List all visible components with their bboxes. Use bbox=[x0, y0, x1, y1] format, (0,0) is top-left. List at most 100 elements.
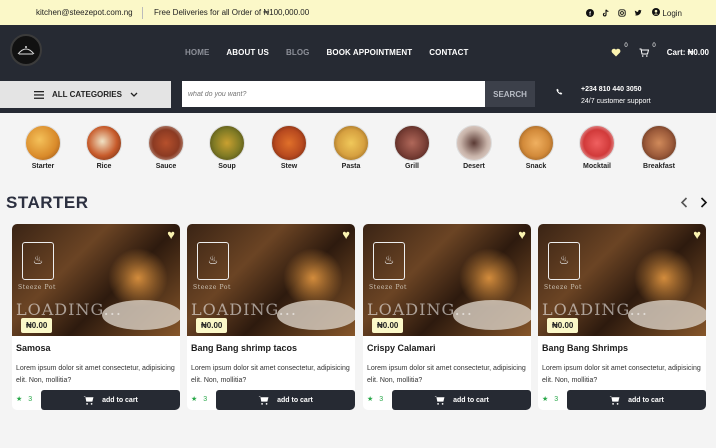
social-links: f Login bbox=[586, 7, 716, 18]
login-link[interactable]: Login bbox=[652, 7, 682, 18]
instagram-icon[interactable] bbox=[618, 8, 626, 17]
nav-item-contact[interactable]: CONTACT bbox=[429, 48, 468, 57]
rating-value: 3 bbox=[203, 395, 208, 403]
product-name[interactable]: Bang Bang shrimp tacos bbox=[191, 343, 297, 353]
category-stew[interactable]: Stew bbox=[269, 125, 309, 170]
category-label: Desert bbox=[463, 163, 485, 170]
chevron-right-icon[interactable] bbox=[700, 195, 708, 211]
product-image[interactable]: ♨ Steeze Pot LOADING... ♥ ₦0.00 bbox=[363, 224, 531, 336]
product-image[interactable]: ♨ Steeze Pot LOADING... ♥ ₦0.00 bbox=[187, 224, 355, 336]
category-label: Stew bbox=[280, 163, 298, 170]
chef-icon: ♨ bbox=[548, 242, 580, 280]
promo-text: Free Deliveries for all Order of ₦100,00… bbox=[154, 8, 310, 17]
all-categories-dropdown[interactable]: ALL CATEGORIES bbox=[0, 81, 171, 108]
category-label: Grill bbox=[404, 163, 419, 170]
product-card[interactable]: ♨ Steeze Pot LOADING... ♥ ₦0.00 Bang Ban… bbox=[187, 224, 355, 410]
category-soup[interactable]: Soup bbox=[207, 125, 247, 170]
cart-icon-button[interactable]: 0 bbox=[639, 43, 656, 57]
login-label: Login bbox=[662, 8, 682, 18]
category-image bbox=[333, 125, 369, 161]
heart-icon[interactable]: ♥ bbox=[518, 227, 526, 242]
add-to-cart-label: add to cart bbox=[102, 396, 138, 404]
category-strip: Starter Rice Sauce Soup Stew Pasta Grill… bbox=[0, 125, 716, 175]
phone-number[interactable]: +234 810 440 3050 bbox=[581, 84, 651, 96]
twitter-icon[interactable] bbox=[634, 9, 643, 17]
wishlist-button[interactable]: 0 bbox=[611, 43, 628, 57]
cart-count: 0 bbox=[652, 43, 656, 49]
add-to-cart-button[interactable]: add to cart bbox=[41, 390, 180, 410]
category-image bbox=[641, 125, 677, 161]
cart-icon bbox=[639, 48, 649, 57]
product-card[interactable]: ♨ Steeze Pot LOADING... ♥ ₦0.00 Samosa L… bbox=[12, 224, 180, 410]
category-label: Breakfast bbox=[643, 163, 675, 170]
heart-icon[interactable]: ♥ bbox=[167, 227, 175, 242]
section-title: STARTER bbox=[6, 193, 89, 212]
add-to-cart-button[interactable]: add to cart bbox=[216, 390, 355, 410]
facebook-icon[interactable]: f bbox=[586, 8, 595, 17]
add-to-cart-button[interactable]: add to cart bbox=[392, 390, 531, 410]
category-snack[interactable]: Snack bbox=[516, 125, 556, 170]
loading-overlay: LOADING... bbox=[367, 300, 473, 319]
rating-value: 3 bbox=[379, 395, 384, 403]
cart-total[interactable]: Cart: ₦0.00 bbox=[667, 48, 709, 57]
phone-info: +234 810 440 3050 24/7 customer support bbox=[581, 84, 651, 108]
category-breakfast[interactable]: Breakfast bbox=[639, 125, 679, 170]
rating: ★ 3 bbox=[16, 395, 33, 404]
product-image[interactable]: ♨ Steeze Pot LOADING... ♥ ₦0.00 bbox=[12, 224, 180, 336]
carousel-arrows bbox=[680, 195, 708, 211]
wishlist-count: 0 bbox=[624, 43, 628, 49]
nav-menu: HOME ABOUT US BLOG BOOK APPOINTMENT CONT… bbox=[185, 25, 468, 80]
category-grill[interactable]: Grill bbox=[392, 125, 432, 170]
search-button[interactable]: SEARCH bbox=[485, 81, 535, 107]
tiktok-icon[interactable] bbox=[602, 9, 610, 17]
product-card[interactable]: ♨ Steeze Pot LOADING... ♥ ₦0.00 Crispy C… bbox=[363, 224, 531, 410]
product-card[interactable]: ♨ Steeze Pot LOADING... ♥ ₦0.00 Bang Ban… bbox=[538, 224, 706, 410]
rating-value: 3 bbox=[554, 395, 559, 403]
add-to-cart-button[interactable]: add to cart bbox=[567, 390, 706, 410]
star-icon: ★ bbox=[191, 396, 198, 403]
heart-icon[interactable]: ♥ bbox=[342, 227, 350, 242]
category-label: Mocktail bbox=[582, 163, 611, 170]
category-label: Soup bbox=[218, 163, 236, 170]
cart-icon bbox=[609, 396, 620, 405]
category-image bbox=[518, 125, 554, 161]
product-description: Lorem ipsum dolor sit amet consectetur, … bbox=[191, 365, 350, 384]
rating-value: 3 bbox=[28, 395, 33, 403]
category-label: Starter bbox=[31, 163, 55, 170]
loading-overlay: LOADING... bbox=[191, 300, 297, 319]
product-name[interactable]: Crispy Calamari bbox=[367, 343, 436, 353]
category-starter[interactable]: Starter bbox=[23, 125, 63, 170]
category-sauce[interactable]: Sauce bbox=[146, 125, 186, 170]
contact-email[interactable]: kitchen@steezepot.com.ng bbox=[0, 8, 142, 17]
search-row: ALL CATEGORIES SEARCH +234 810 440 3050 … bbox=[0, 80, 716, 113]
category-image bbox=[25, 125, 61, 161]
nav-item-home[interactable]: HOME bbox=[185, 48, 209, 57]
product-description: Lorem ipsum dolor sit amet consectetur, … bbox=[542, 365, 701, 384]
category-pasta[interactable]: Pasta bbox=[331, 125, 371, 170]
heart-icon[interactable]: ♥ bbox=[693, 227, 701, 242]
category-label: Sauce bbox=[155, 163, 177, 170]
brand-watermark: Steeze Pot bbox=[544, 284, 583, 291]
top-bar: kitchen@steezepot.com.ng Free Deliveries… bbox=[0, 0, 716, 25]
search-input[interactable] bbox=[182, 81, 485, 107]
add-to-cart-label: add to cart bbox=[453, 396, 489, 404]
category-image bbox=[271, 125, 307, 161]
heart-icon bbox=[611, 48, 621, 57]
chevron-down-icon bbox=[130, 92, 138, 97]
product-image[interactable]: ♨ Steeze Pot LOADING... ♥ ₦0.00 bbox=[538, 224, 706, 336]
chevron-left-icon[interactable] bbox=[680, 195, 688, 211]
site-logo[interactable] bbox=[10, 34, 42, 66]
category-mocktail[interactable]: Mocktail bbox=[577, 125, 617, 170]
chef-icon: ♨ bbox=[22, 242, 54, 280]
cart-icon bbox=[83, 396, 94, 405]
category-desert[interactable]: Desert bbox=[454, 125, 494, 170]
product-name[interactable]: Bang Bang Shrimps bbox=[542, 343, 628, 353]
rating: ★ 3 bbox=[542, 395, 559, 404]
category-image bbox=[209, 125, 245, 161]
product-name[interactable]: Samosa bbox=[16, 343, 51, 353]
category-rice[interactable]: Rice bbox=[84, 125, 124, 170]
nav-item-about[interactable]: ABOUT US bbox=[226, 48, 269, 57]
nav-item-blog[interactable]: BLOG bbox=[286, 48, 310, 57]
nav-item-book-appointment[interactable]: BOOK APPOINTMENT bbox=[327, 48, 413, 57]
svg-text:f: f bbox=[589, 11, 591, 17]
